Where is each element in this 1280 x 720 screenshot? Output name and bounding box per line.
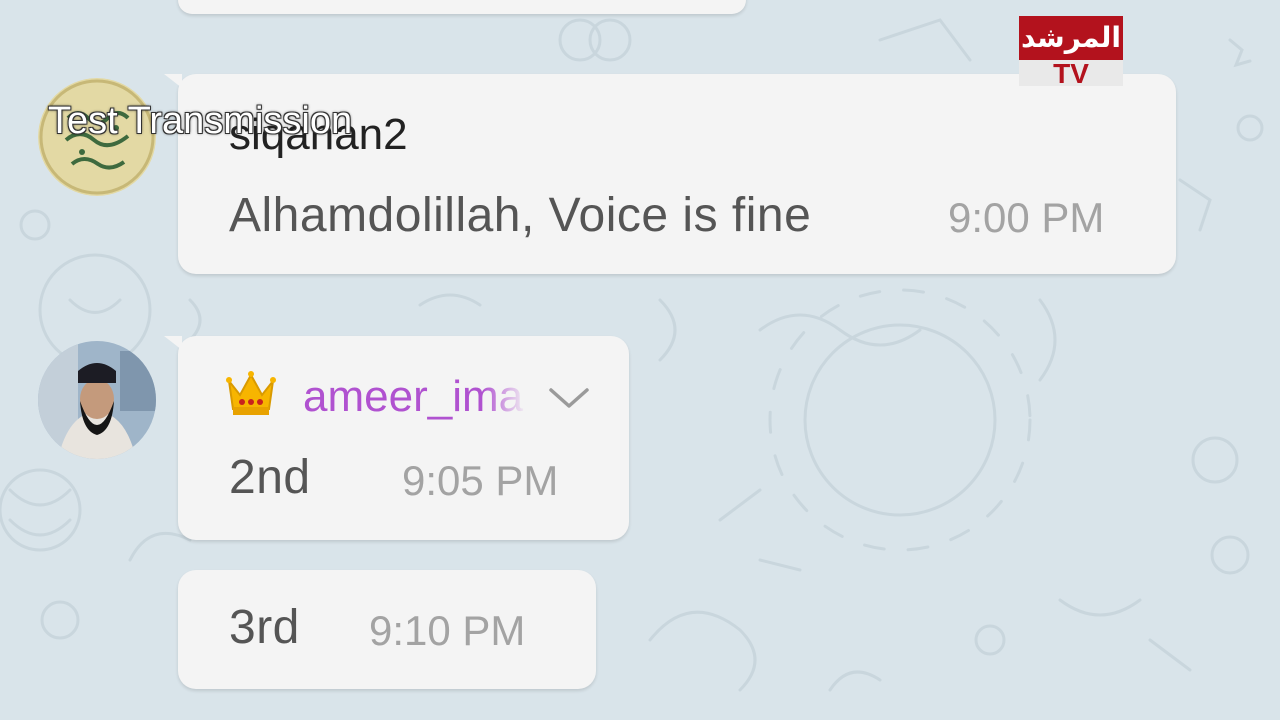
channel-logo-arabic: المرشد (1019, 16, 1123, 60)
sender-name[interactable]: ameer_ima (303, 372, 527, 422)
message-time: 9:10 PM (369, 607, 526, 654)
message-bubble[interactable]: 3rd 9:10 PM (178, 570, 596, 689)
channel-logo-tv: TV (1019, 60, 1123, 88)
channel-logo: المرشد TV (1019, 16, 1123, 88)
message-text: Alhamdolillah, Voice is fine (229, 189, 812, 242)
crown-icon (226, 369, 276, 422)
message-text: 2nd (229, 451, 311, 504)
message-time: 9:05 PM (402, 457, 559, 504)
previous-message-bubble[interactable] (178, 0, 746, 14)
message-bubble[interactable]: ameer_ima 2nd 9:05 PM (164, 336, 629, 540)
broadcast-caption: Test Transmission (48, 100, 353, 142)
sender-avatar[interactable] (38, 341, 156, 459)
person-avatar-icon (38, 341, 156, 459)
message-text: 3rd (229, 601, 300, 654)
chevron-down-icon[interactable] (548, 386, 590, 415)
message-time: 9:00 PM (948, 194, 1105, 241)
